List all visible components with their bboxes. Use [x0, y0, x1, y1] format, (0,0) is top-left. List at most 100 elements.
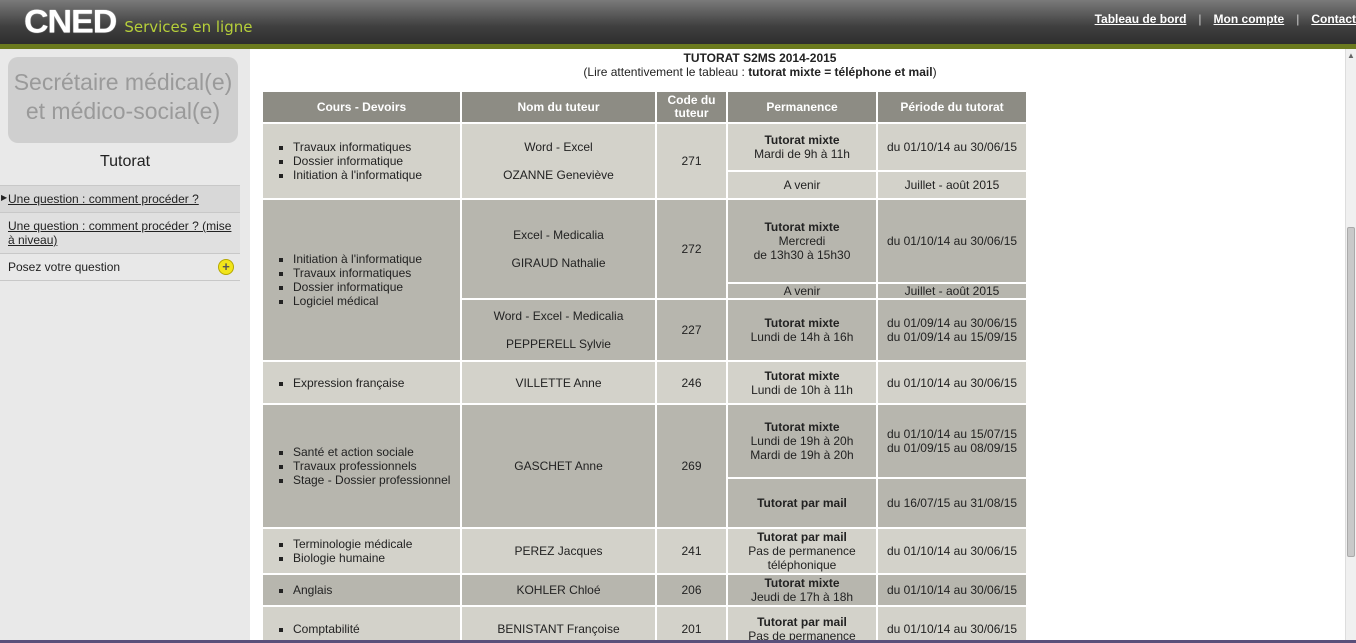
permanence-cell: A venir [728, 172, 876, 198]
permanence-type: Tutorat par mail [757, 530, 847, 544]
courses-cell: Terminologie médicale Biologie humaine [263, 529, 460, 573]
courses-cell: Comptabilité [263, 607, 460, 643]
permanence-time: Lundi de 14h à 16h [750, 330, 854, 344]
tutor-name: VILLETTE Anne [462, 362, 655, 403]
permanence-cell: Tutorat mixte Mercredi de 13h30 à 15h30 [728, 200, 876, 282]
section-title: Tutorat [99, 153, 151, 170]
list-item: Initiation à l'informatique [293, 168, 460, 182]
table-row: Santé et action sociale Travaux professi… [263, 405, 1026, 527]
courses-cell: Santé et action sociale Travaux professi… [263, 405, 460, 527]
tutor-cell: Word - Excel OZANNE Geneviève [462, 124, 655, 198]
table-row: Terminologie médicale Biologie humaine P… [263, 529, 1026, 573]
permanence-type: Tutorat mixte [764, 576, 840, 590]
code-cell: 269 [657, 405, 726, 527]
course-title-box: Secrétaire médical(e) et médico-social(e… [8, 57, 238, 143]
permanence-cell: Tutorat mixte Lundi de 14h à 16h [728, 300, 876, 360]
period-cell: du 01/10/14 au 30/06/15 [878, 124, 1026, 170]
permanence-type: Tutorat mixte [764, 420, 840, 434]
tutor-name: OZANNE Geneviève [503, 168, 614, 182]
permanence-time: de 13h30 à 15h30 [753, 248, 851, 262]
top-header-bar: CNED Services en ligne Tableau de bord |… [0, 0, 1356, 44]
period-cell: Juillet - août 2015 [878, 172, 1026, 198]
code-cell: 241 [657, 529, 726, 573]
permanence-time: Mardi de 9h à 11h [754, 147, 850, 161]
permanence-time: Lundi de 19h à 20h [750, 434, 854, 448]
permanence-cell: Tutorat par mail Pas de permanence [728, 607, 876, 643]
code-cell: 246 [657, 362, 726, 403]
account-link[interactable]: Mon compte [1214, 12, 1285, 26]
period-text: du 01/09/14 au 15/09/15 [886, 330, 1018, 344]
nav-separator: | [1198, 12, 1202, 26]
period-cell: du 01/10/14 au 15/07/15 du 01/09/15 au 0… [878, 405, 1026, 477]
list-item: Travaux informatiques [293, 266, 460, 280]
permanence-day: Mercredi [778, 234, 826, 248]
subject-text: Word - Excel - Medicalia [493, 309, 624, 323]
list-item: Terminologie médicale [293, 537, 460, 551]
scroll-up-arrow-icon[interactable]: ▲ [1347, 51, 1355, 60]
sidebar-item-ask-question[interactable]: Posez votre question + [0, 253, 240, 281]
period-cell: du 01/09/14 au 30/06/15 du 01/09/14 au 1… [878, 300, 1026, 360]
subtitle-text: ) [932, 65, 937, 79]
list-item: Logiciel médical [293, 294, 460, 308]
list-item: Initiation à l'informatique [293, 252, 460, 266]
permanence-note: téléphonique [767, 558, 837, 572]
page-subtitle: (Lire attentivement le tableau : tutorat… [250, 65, 1270, 79]
dashboard-link[interactable]: Tableau de bord [1095, 12, 1187, 26]
permanence-cell: Tutorat mixte Mardi de 9h à 11h [728, 124, 876, 170]
list-item: Santé et action sociale [293, 445, 460, 459]
permanence-type: Tutorat par mail [757, 615, 847, 629]
code-cell: 272 [657, 200, 726, 298]
code-cell: 271 [657, 124, 726, 198]
period-cell: Juillet - août 2015 [878, 284, 1026, 298]
permanence-type: Tutorat par mail [728, 479, 876, 527]
sidebar-menu: ▶ Une question : comment procéder ? Une … [0, 185, 240, 281]
sidebar-item-how-to[interactable]: ▶ Une question : comment procéder ? [0, 185, 240, 212]
courses-cell: Travaux informatiques Dossier informatiq… [263, 124, 460, 198]
column-header: Nom du tuteur [462, 92, 655, 122]
plus-icon[interactable]: + [218, 259, 234, 275]
cned-logo[interactable]: CNED Services en ligne [24, 0, 252, 44]
course-title-line2: et médico-social(e) [25, 98, 221, 124]
logo-text: CNED [24, 3, 117, 41]
course-title-line1: Secrétaire médical(e) [13, 69, 233, 95]
list-item: Dossier informatique [293, 280, 460, 294]
list-item: Dossier informatique [293, 154, 460, 168]
tutor-cell: Word - Excel - Medicalia PEPPERELL Sylvi… [462, 300, 655, 360]
permanence-note: Pas de permanence [748, 544, 856, 558]
list-item: Comptabilité [293, 622, 460, 636]
main-content: TUTORAT S2MS 2014-2015 (Lire attentiveme… [250, 49, 1345, 643]
tutor-name: BENISTANT Françoise [462, 607, 655, 643]
courses-cell: Initiation à l'informatique Travaux info… [263, 200, 460, 360]
nav-separator: | [1296, 12, 1300, 26]
vertical-scrollbar[interactable]: ▲ [1345, 49, 1356, 643]
sidebar-item-label: Posez votre question [8, 260, 121, 274]
period-cell: du 01/10/14 au 30/06/15 [878, 575, 1026, 605]
period-text: du 01/09/15 au 08/09/15 [886, 441, 1018, 455]
logo-subtitle: Services en ligne [124, 18, 253, 36]
permanence-time: Jeudi de 17h à 18h [750, 590, 854, 604]
sidebar-item-label[interactable]: Une question : comment procéder ? (mise … [8, 219, 231, 247]
code-cell: 227 [657, 300, 726, 360]
sidebar-item-how-to-upgrade[interactable]: Une question : comment procéder ? (mise … [0, 212, 240, 253]
permanence-type: Tutorat mixte [764, 368, 840, 383]
table-row: Initiation à l'informatique Travaux info… [263, 200, 1026, 360]
list-item: Biologie humaine [293, 551, 460, 565]
contact-link[interactable]: Contact [1311, 12, 1356, 26]
code-cell: 201 [657, 607, 726, 643]
subject-text: Excel - Medicalia [513, 228, 604, 242]
period-cell: du 01/10/14 au 30/06/15 [878, 362, 1026, 403]
permanence-type: Tutorat mixte [764, 220, 840, 234]
scrollbar-thumb[interactable] [1347, 227, 1355, 557]
subtitle-text: (Lire attentivement le tableau : [583, 65, 749, 79]
sidebar-item-label[interactable]: Une question : comment procéder ? [8, 192, 199, 206]
tutoring-table: Cours - Devoirs Nom du tuteur Code du tu… [261, 90, 1028, 643]
table-row: Travaux informatiques Dossier informatiq… [263, 124, 1026, 198]
top-nav: Tableau de bord | Mon compte | Contact [1095, 12, 1356, 26]
courses-cell: Expression française [263, 362, 460, 403]
permanence-time: Mardi de 19h à 20h [750, 448, 854, 462]
tutor-name: KOHLER Chloé [462, 575, 655, 605]
sidebar: Secrétaire médical(e) et médico-social(e… [0, 49, 250, 643]
permanence-cell: Tutorat mixte Jeudi de 17h à 18h [728, 575, 876, 605]
table-row: Expression française VILLETTE Anne 246 T… [263, 362, 1026, 403]
table-header-row: Cours - Devoirs Nom du tuteur Code du tu… [263, 92, 1026, 122]
